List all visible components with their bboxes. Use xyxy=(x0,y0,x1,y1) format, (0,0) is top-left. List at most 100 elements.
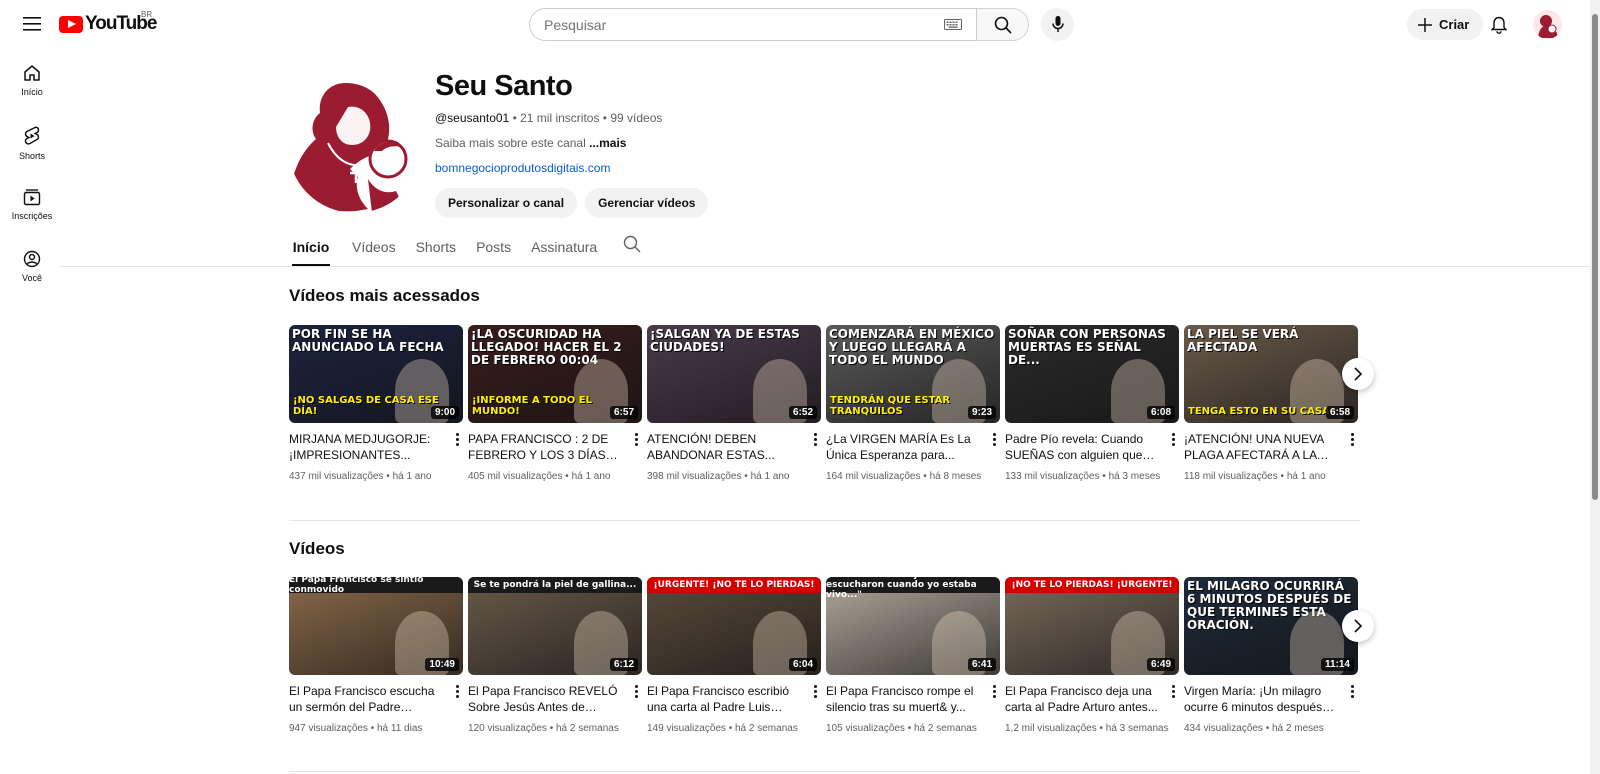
channel-actions: Personalizar o canal Gerenciar vídeos xyxy=(435,188,709,218)
thumbnail-caption: POR FIN SE HA ANUNCIADO LA FECHA xyxy=(292,327,444,354)
page-scrollbar[interactable] xyxy=(1590,0,1600,774)
more-actions-icon[interactable] xyxy=(630,683,642,715)
more-actions-icon[interactable] xyxy=(988,431,1000,463)
video-card[interactable]: LA PIEL SE VERÁ AFECTADA TENGA ESTO EN SU… xyxy=(1184,325,1359,484)
video-card[interactable]: ¡URGENTE! ¡NO TE LO PIERDAS! 6:04 El Papa … xyxy=(647,577,822,736)
meta-separator: • xyxy=(367,723,377,734)
more-actions-icon[interactable] xyxy=(809,431,821,463)
tab-videos[interactable]: Vídeos xyxy=(342,232,406,266)
video-card[interactable]: ¡LA OSCURIDAD HA LLEGADO! HACER EL 2 DE … xyxy=(468,325,643,484)
customize-channel-button[interactable]: Personalizar o canal xyxy=(435,188,578,218)
dot xyxy=(455,443,459,446)
view-count: 405 mil visualizações xyxy=(468,471,563,482)
video-info: El Papa Francisco escribió una carta al … xyxy=(647,683,821,715)
sidebar-item-label: Início xyxy=(21,87,43,97)
more-actions-icon[interactable] xyxy=(451,431,463,463)
video-card[interactable]: Antes de morir dijo: "No lo escucharon c… xyxy=(826,577,1001,736)
video-thumbnail[interactable]: ¡NO TE LO PIERDAS! ¡URGENTE! 6:49 xyxy=(1005,577,1179,675)
video-title[interactable]: ATENCIÓN! DEBEN ABANDONAR ESTAS... xyxy=(647,431,802,463)
meta-separator: • xyxy=(562,471,572,482)
dot xyxy=(813,438,817,441)
channel-tabs: Início Vídeos Shorts Posts Assinatura xyxy=(292,232,641,266)
video-thumbnail[interactable]: LA PIEL SE VERÁ AFECTADA TENGA ESTO EN SU… xyxy=(1184,325,1358,423)
video-card[interactable]: ¡NO TE LO PIERDAS! ¡URGENTE! 6:49 El Papa … xyxy=(1005,577,1180,736)
saint-logo-icon xyxy=(290,83,408,213)
microphone-icon xyxy=(1051,16,1064,32)
more-actions-icon[interactable] xyxy=(1346,683,1358,715)
video-card[interactable]: EL MILAGRO OCURRIRÁ 6 MINUTOS DESPUÉS DE… xyxy=(1184,577,1359,736)
popular-next-button[interactable] xyxy=(1342,358,1374,390)
more-actions-icon[interactable] xyxy=(988,683,1000,715)
video-card[interactable]: ¡SALGAN YA DE ESTAS CIUDADES! 6:52 ATENCIÓ… xyxy=(647,325,822,484)
video-title[interactable]: El Papa Francisco REVELÓ Sobre Jesús Ant… xyxy=(468,683,623,715)
video-title[interactable]: PAPA FRANCISCO : 2 DE FEBRERO Y LOS 3 DÍ… xyxy=(468,431,623,463)
dot xyxy=(1171,690,1175,693)
video-thumbnail[interactable]: ¡URGENTE! ¡NO TE LO PIERDAS! 6:04 xyxy=(647,577,821,675)
tab-home[interactable]: Início xyxy=(292,232,330,266)
video-title[interactable]: El Papa Francisco rompe el silencio tras… xyxy=(826,683,981,715)
upload-age: há 8 meses xyxy=(929,471,982,482)
more-actions-icon[interactable] xyxy=(630,431,642,463)
video-thumbnail[interactable]: Se te pondrá la piel de gallina... 6:12 xyxy=(468,577,642,675)
more-actions-icon[interactable] xyxy=(809,683,821,715)
upload-age: há 2 meses xyxy=(1272,723,1324,734)
video-thumbnail[interactable]: COMENZARÁ EN MÉXICO Y LUEGO LLEGARÁ A TO… xyxy=(826,325,1000,423)
thumbnail-caption: ¡SALGAN YA DE ESTAS CIUDADES! xyxy=(650,327,800,354)
video-card[interactable]: El Papa Francisco se sintió conmovido 10:… xyxy=(289,577,464,736)
video-title[interactable]: Virgen María: ¡Un milagro ocurre 6 minut… xyxy=(1184,683,1339,715)
video-title[interactable]: ¿La VIRGEN MARÍA Es La Única Esperanza p… xyxy=(826,431,981,463)
channel-link[interactable]: bomnegocioprodutosdigitais.com xyxy=(435,161,610,175)
video-thumbnail[interactable]: ¡LA OSCURIDAD HA LLEGADO! HACER EL 2 DE … xyxy=(468,325,642,423)
tab-membership[interactable]: Assinatura xyxy=(521,232,607,266)
more-actions-icon[interactable] xyxy=(1167,431,1179,463)
more-actions-icon[interactable] xyxy=(1167,683,1179,715)
more-actions-icon[interactable] xyxy=(451,683,463,715)
video-thumbnail[interactable]: EL MILAGRO OCURRIRÁ 6 MINUTOS DESPUÉS DE… xyxy=(1184,577,1358,675)
more-actions-icon[interactable] xyxy=(1346,431,1358,463)
video-thumbnail[interactable]: ¡SALGAN YA DE ESTAS CIUDADES! 6:52 xyxy=(647,325,821,423)
tab-posts[interactable]: Posts xyxy=(466,232,521,266)
shelf-divider xyxy=(289,771,1360,772)
menu-button[interactable] xyxy=(16,8,48,40)
meta-separator: • xyxy=(920,471,930,482)
tab-shorts[interactable]: Shorts xyxy=(406,232,466,266)
video-info: ¿La VIRGEN MARÍA Es La Única Esperanza p… xyxy=(826,431,1000,463)
create-button[interactable]: Criar xyxy=(1407,9,1484,40)
channel-avatar[interactable] xyxy=(288,79,422,213)
video-card[interactable]: SOÑAR CON PERSONAS MUERTAS ES SEÑAL DE..… xyxy=(1005,325,1180,484)
video-title[interactable]: El Papa Francisco deja una carta al Padr… xyxy=(1005,683,1160,715)
video-title[interactable]: MIRJANA MEDJUGORJE: ¡IMPRESIONANTES... xyxy=(289,431,444,463)
sidebar-item-you[interactable]: Você xyxy=(4,242,60,304)
youtube-logo[interactable]: YouTube BR xyxy=(59,10,157,35)
video-title[interactable]: El Papa Francisco escucha un sermón del … xyxy=(289,683,444,715)
videos-next-button[interactable] xyxy=(1342,610,1374,642)
notifications-button[interactable] xyxy=(1483,9,1515,41)
video-title[interactable]: ¡ATENCIÓN! UNA NUEVA PLAGA AFECTARÁ A LA… xyxy=(1184,431,1339,463)
search-button[interactable] xyxy=(977,8,1029,41)
top-bar: YouTube BR Criar xyxy=(0,0,1590,48)
sidebar-item-shorts[interactable]: Shorts xyxy=(4,118,60,180)
video-thumbnail[interactable]: SOÑAR CON PERSONAS MUERTAS ES SEÑAL DE..… xyxy=(1005,325,1179,423)
channel-handle: @seusanto01 xyxy=(435,111,510,125)
sidebar-item-subscriptions[interactable]: Inscrições xyxy=(4,180,60,242)
scrollbar-thumb[interactable] xyxy=(1592,14,1598,500)
hamburger-icon xyxy=(23,17,41,31)
channel-search-button[interactable] xyxy=(623,235,641,258)
voice-search-button[interactable] xyxy=(1041,8,1074,41)
video-thumbnail[interactable]: Antes de morir dijo: "No lo escucharon c… xyxy=(826,577,1000,675)
upload-age: há 2 semanas xyxy=(914,723,977,734)
search-input[interactable] xyxy=(544,16,924,33)
more-link[interactable]: ...mais xyxy=(589,136,626,150)
account-avatar[interactable] xyxy=(1533,10,1562,39)
sidebar-item-home[interactable]: Início xyxy=(4,56,60,118)
video-thumbnail[interactable]: El Papa Francisco se sintió conmovido 10:… xyxy=(289,577,463,675)
video-card[interactable]: COMENZARÁ EN MÉXICO Y LUEGO LLEGARÁ A TO… xyxy=(826,325,1001,484)
video-thumbnail[interactable]: POR FIN SE HA ANUNCIADO LA FECHA ¡NO SALG… xyxy=(289,325,463,423)
video-title[interactable]: El Papa Francisco escribió una carta al … xyxy=(647,683,802,715)
video-card[interactable]: POR FIN SE HA ANUNCIADO LA FECHA ¡NO SALG… xyxy=(289,325,464,484)
keyboard-icon[interactable] xyxy=(944,19,962,30)
video-title[interactable]: Padre Pío revela: Cuando SUEÑAS con algu… xyxy=(1005,431,1160,463)
channel-description[interactable]: Saiba mais sobre este canal ...mais xyxy=(435,136,626,150)
manage-videos-button[interactable]: Gerenciar vídeos xyxy=(585,188,709,218)
video-card[interactable]: Se te pondrá la piel de gallina... 6:12 El… xyxy=(468,577,643,736)
